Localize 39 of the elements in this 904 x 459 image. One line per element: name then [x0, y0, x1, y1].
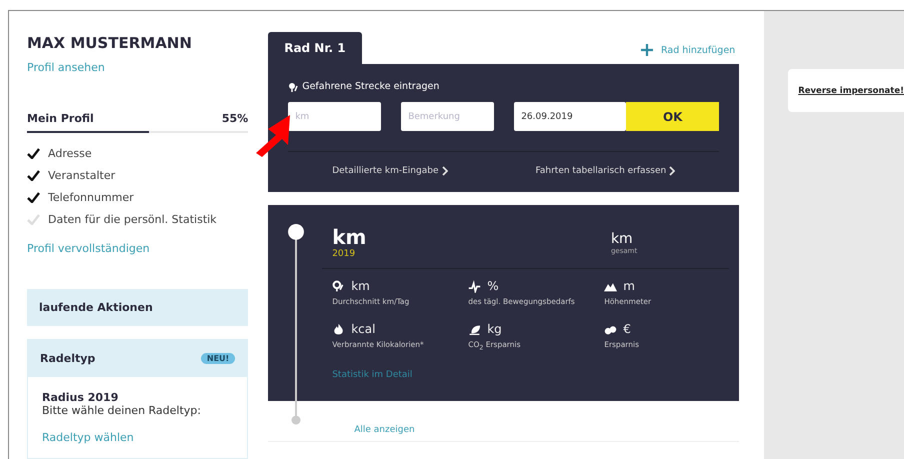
reverse-impersonate-link[interactable]: Reverse impersonate! [798, 86, 904, 96]
flame-icon [332, 322, 346, 336]
checklist-item: Adresse [48, 147, 92, 160]
leaf-icon [468, 322, 482, 336]
stat-unit: kg [487, 322, 502, 336]
km-input[interactable]: km [288, 102, 382, 131]
note-input[interactable]: Bemerkung [401, 102, 494, 131]
user-name: MAX MUSTERMANN [27, 34, 193, 52]
route-icon [332, 280, 346, 292]
checklist-item: Telefonnummer [48, 191, 134, 204]
activity-icon [468, 280, 482, 292]
stat-unit: % [487, 279, 499, 293]
stat-unit: km [351, 279, 370, 293]
progress-reading: 55% [222, 112, 248, 125]
ok-button[interactable]: OK [626, 102, 720, 131]
location-pin-icon [288, 82, 298, 92]
stat-unit: m [623, 279, 635, 293]
checklist-item: Veranstalter [48, 169, 116, 182]
card-title: Radeltyp [40, 352, 96, 365]
total-unit: km [610, 231, 634, 247]
campaigns-panel[interactable]: laufende Aktionen [27, 289, 248, 326]
new-badge: NEU! [200, 353, 236, 364]
plus-icon[interactable] [640, 44, 653, 56]
date-input[interactable]: 26.09.2019 [514, 102, 626, 131]
year-label: 2019 [332, 249, 356, 259]
checklist-item: Daten für die persönl. Statistik [48, 213, 217, 226]
progress-label: Mein Profil [27, 112, 94, 125]
stat-unit: kcal [351, 322, 376, 336]
arrow-drawing [254, 113, 292, 159]
entry-link[interactable]: Fahrten tabellarisch erfassen [536, 166, 666, 176]
chevron-right-icon [442, 166, 448, 176]
stat-unit: € [623, 322, 631, 336]
entry-link[interactable]: Detaillierte km-Eingabe [332, 166, 438, 176]
entry-title: Gefahrene Strecke eintragen [302, 81, 440, 92]
card-text: Bitte wähle deinen Radeltyp: [42, 404, 202, 417]
card-subtitle: Radius 2019 [42, 391, 120, 404]
distance-unit: km [332, 225, 366, 249]
bike-tab[interactable]: Rad Nr. 1 [268, 32, 362, 64]
chevron-right-icon [669, 166, 676, 176]
